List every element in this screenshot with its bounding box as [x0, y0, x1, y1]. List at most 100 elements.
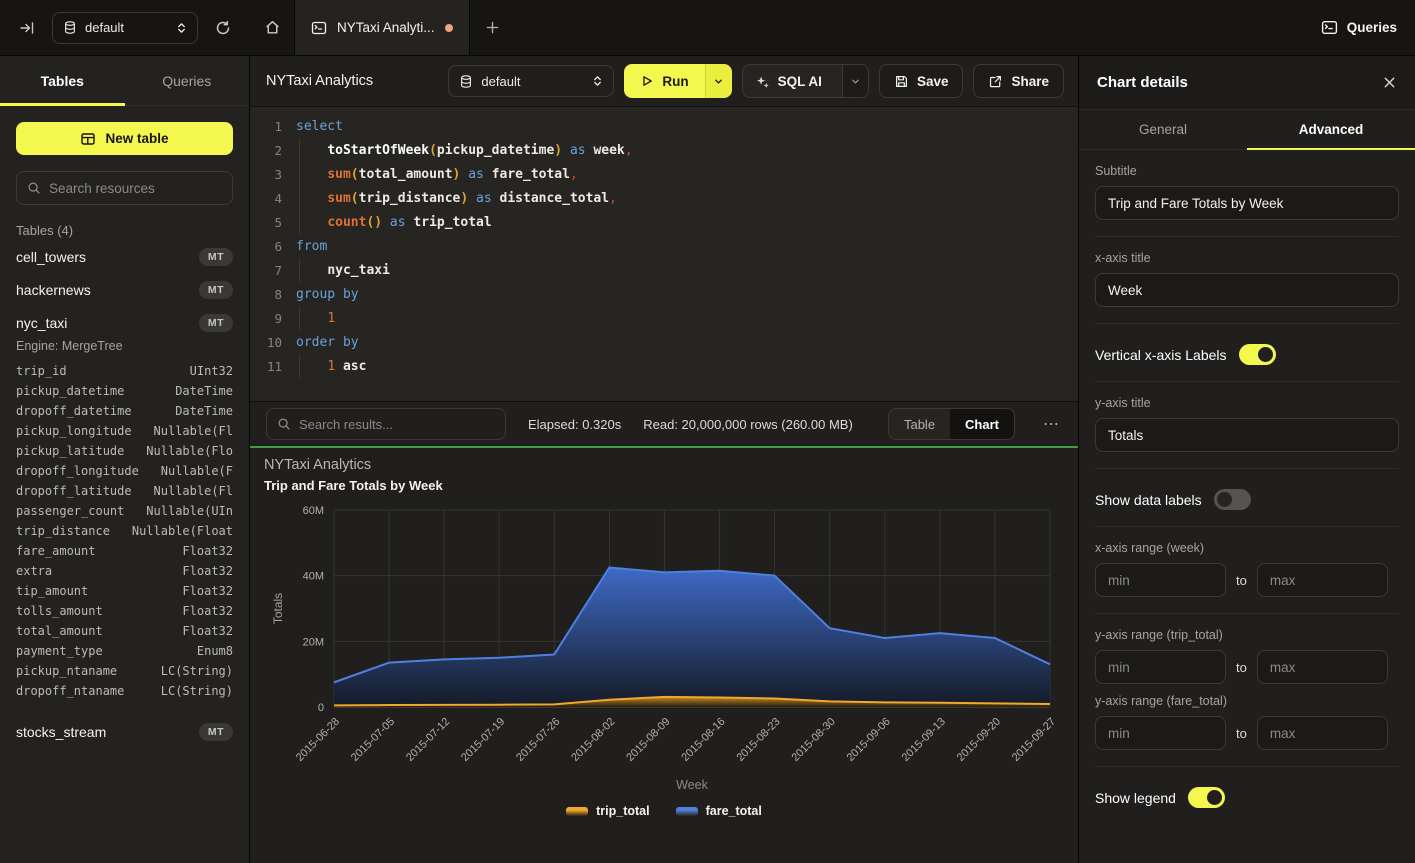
- legend-item-fare_total[interactable]: fare_total: [676, 804, 762, 818]
- y-range-trip-min-input[interactable]: [1095, 650, 1226, 684]
- share-button-label: Share: [1011, 74, 1049, 89]
- column-type: Nullable(Float: [132, 521, 233, 541]
- subtitle-input[interactable]: [1095, 186, 1399, 220]
- database-selector[interactable]: default: [448, 65, 614, 97]
- column-row: pickup_ntanameLC(String): [16, 661, 233, 681]
- show-data-labels-toggle[interactable]: [1214, 489, 1251, 510]
- column-type: Float32: [182, 601, 233, 621]
- vertical-x-axis-labels-toggle[interactable]: [1239, 344, 1276, 365]
- collapse-sidebar-button[interactable]: [12, 13, 42, 43]
- legend-label: trip_total: [596, 804, 649, 818]
- indent-guide: [299, 187, 300, 211]
- legend-item-trip_total[interactable]: trip_total: [566, 804, 649, 818]
- y-range-trip-row: to: [1095, 650, 1399, 684]
- column-name: dropoff_ntaname: [16, 681, 124, 701]
- chart-details-panel: Chart details General Advanced Subtitle …: [1078, 56, 1415, 863]
- run-options-caret[interactable]: [705, 64, 732, 98]
- table-item-nyc_taxi[interactable]: nyc_taxi MT: [0, 306, 249, 339]
- home-button[interactable]: [250, 0, 294, 55]
- run-button-label: Run: [662, 74, 688, 89]
- close-panel-button[interactable]: [1382, 75, 1397, 90]
- x-range-max-input[interactable]: [1257, 563, 1388, 597]
- show-legend-row: Show legend: [1095, 781, 1399, 824]
- table-grid-icon: [80, 131, 96, 147]
- results-search[interactable]: [266, 408, 506, 440]
- run-button-main[interactable]: Run: [624, 64, 704, 98]
- indent-guide: [299, 355, 300, 379]
- sidebar-tab-queries[interactable]: Queries: [125, 56, 250, 105]
- x-range-label: x-axis range (week): [1095, 541, 1399, 555]
- svg-text:Trip and Fare Totals by Week: Trip and Fare Totals by Week: [264, 478, 443, 493]
- view-toggle-table[interactable]: Table: [889, 409, 950, 439]
- table-item-hackernews[interactable]: hackernewsMT: [0, 273, 249, 306]
- vertical-x-axis-labels-row: Vertical x-axis Labels: [1095, 338, 1399, 382]
- view-toggle-table-label: Table: [904, 417, 935, 432]
- table-name: stocks_stream: [16, 724, 106, 740]
- table-item-cell_towers[interactable]: cell_towersMT: [0, 240, 249, 273]
- refresh-button[interactable]: [208, 13, 238, 43]
- line-number: 4: [250, 187, 282, 211]
- engine-label: Engine: MergeTree: [0, 339, 249, 359]
- y-axis-title-input[interactable]: [1095, 418, 1399, 452]
- line-number: 6: [250, 235, 282, 259]
- database-icon: [459, 74, 473, 89]
- view-toggle-chart[interactable]: Chart: [950, 409, 1014, 439]
- database-selector[interactable]: default: [52, 12, 198, 44]
- queries-button-label: Queries: [1347, 20, 1397, 35]
- engine-badge: MT: [199, 314, 233, 332]
- results-search-input[interactable]: [299, 417, 495, 432]
- queries-button[interactable]: Queries: [1321, 19, 1397, 36]
- sql-ai-main[interactable]: SQL AI: [743, 65, 834, 97]
- run-button[interactable]: Run: [624, 64, 731, 98]
- results-bar: Elapsed: 0.320s Read: 20,000,000 rows (2…: [250, 401, 1078, 446]
- x-axis-title-input[interactable]: [1095, 273, 1399, 307]
- new-table-button[interactable]: New table: [16, 122, 233, 155]
- column-row: pickup_longitudeNullable(Fl: [16, 421, 233, 441]
- sidebar-search-input[interactable]: [49, 181, 226, 196]
- code-line: 2 toStartOfWeek(pickup_datetime) as week…: [250, 139, 1078, 163]
- sidebar-search[interactable]: [16, 171, 233, 205]
- more-options-button[interactable]: ⋯: [1037, 414, 1066, 434]
- search-icon: [27, 181, 41, 195]
- x-axis-tick-label: 2015-08-02: [569, 716, 617, 764]
- area-chart[interactable]: NYTaxi AnalyticsTrip and Fare Totals by …: [250, 448, 1078, 863]
- share-button[interactable]: Share: [973, 64, 1064, 98]
- indent-guide: [299, 259, 300, 283]
- column-type: Float32: [182, 561, 233, 581]
- y-range-trip-max-input[interactable]: [1257, 650, 1388, 684]
- toggle-knob: [1207, 790, 1222, 805]
- tab-nytaxi-analytics[interactable]: NYTaxi Analyti...: [294, 0, 470, 55]
- x-axis-tick-label: 2015-09-20: [955, 716, 1003, 764]
- y-range-fare-max-input[interactable]: [1257, 716, 1388, 750]
- panel-tab-general[interactable]: General: [1079, 110, 1247, 149]
- svg-text:60M: 60M: [303, 505, 324, 517]
- sql-ai-button[interactable]: SQL AI: [742, 64, 869, 98]
- y-range-fare-row: to: [1095, 716, 1399, 750]
- save-button[interactable]: Save: [879, 64, 964, 98]
- tab-strip: NYTaxi Analyti...: [250, 0, 1321, 55]
- table-name: nyc_taxi: [16, 315, 67, 331]
- table-item-stocks_stream[interactable]: stocks_streamMT: [0, 715, 249, 748]
- sidebar-tab-tables[interactable]: Tables: [0, 56, 125, 105]
- column-name: pickup_ntaname: [16, 661, 117, 681]
- y-range-fare-min-input[interactable]: [1095, 716, 1226, 750]
- column-type: DateTime: [175, 381, 233, 401]
- panel-tab-advanced[interactable]: Advanced: [1247, 110, 1415, 149]
- show-legend-toggle[interactable]: [1188, 787, 1225, 808]
- new-tab-button[interactable]: [470, 0, 516, 55]
- x-axis-tick-label: 2015-08-23: [734, 716, 782, 764]
- svg-text:40M: 40M: [303, 571, 324, 583]
- line-content: toStartOfWeek(pickup_datetime) as week,: [282, 139, 633, 163]
- x-axis-tick-label: 2015-09-13: [900, 716, 948, 764]
- x-range-min-input[interactable]: [1095, 563, 1226, 597]
- svg-text:Week: Week: [676, 778, 708, 792]
- column-row: dropoff_longitudeNullable(F: [16, 461, 233, 481]
- x-axis-tick-label: 2015-07-26: [514, 716, 562, 764]
- x-range-to-label: to: [1236, 573, 1247, 588]
- column-name: trip_distance: [16, 521, 110, 541]
- sql-editor[interactable]: 1select2 toStartOfWeek(pickup_datetime) …: [250, 107, 1078, 401]
- engine-badge: MT: [199, 281, 233, 299]
- code-line: 9 1: [250, 307, 1078, 331]
- line-number: 10: [250, 331, 282, 355]
- sql-ai-caret[interactable]: [842, 65, 868, 97]
